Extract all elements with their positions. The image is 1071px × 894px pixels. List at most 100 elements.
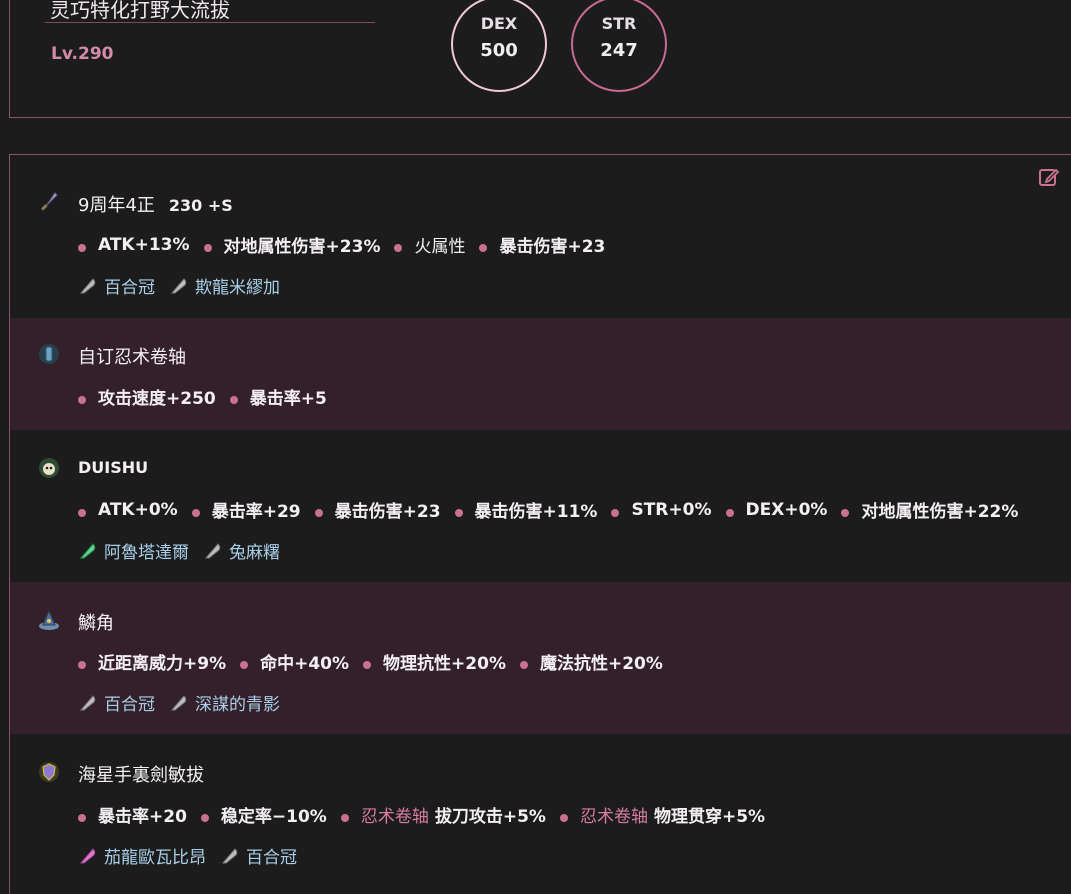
item-refine: 230 +S xyxy=(168,196,233,215)
bullet-dot xyxy=(78,660,86,669)
stat-text: 暴击率+29 xyxy=(211,502,301,522)
stat-text: 物理抗性+20% xyxy=(383,654,506,674)
stat-text: DEX+0% xyxy=(745,499,828,520)
gem: 百合冠 xyxy=(78,690,155,715)
gem: 兔麻糬 xyxy=(203,538,280,563)
bullet-dot xyxy=(725,508,734,517)
item-stats: 暴击率+20 稳定率−10% 忍术卷轴 拔刀攻击+5% 忍术卷轴 物理贯穿+5% xyxy=(78,802,779,827)
gem: 阿魯塔達爾 xyxy=(78,538,189,563)
bullet-dot xyxy=(340,813,349,822)
stat-line: 魔法抗性+20% xyxy=(519,649,663,674)
bullet-dot xyxy=(394,243,403,252)
stat-line: 暴击伤害+11% xyxy=(454,497,597,522)
stat-text: 稳定率−10% xyxy=(220,807,327,827)
item-gems: 百合冠 欺龍米繆加 xyxy=(78,273,294,298)
gem-label: 茄龍歐瓦比昂 xyxy=(104,848,206,868)
bullet-dot xyxy=(519,660,528,669)
feather-icon xyxy=(79,277,96,293)
stat-line: 火属性 xyxy=(394,232,465,257)
stat-line: DEX+0% xyxy=(725,497,828,522)
item-name: 9周年4正 xyxy=(78,195,155,216)
stat-name: STR xyxy=(601,14,637,33)
equipment-item: 鱗角 近距离威力+9% 命中+40% 物理抗性+20% 魔法抗性+20% 百合冠… xyxy=(10,582,1071,734)
sword-icon xyxy=(41,192,58,211)
shield-icon xyxy=(39,762,59,782)
item-title: DUISHU xyxy=(78,457,148,478)
stat-text: 物理贯穿+5% xyxy=(653,807,766,827)
equipment-item: DUISHU ATK+0% 暴击率+29 暴击伤害+23 暴击伤害+11% ST… xyxy=(10,430,1071,582)
stat-line: 暴击率+29 xyxy=(191,497,301,522)
bullet-dot xyxy=(611,508,620,517)
stat-line: 暴击伤害+23 xyxy=(314,497,441,522)
stat-line: 稳定率−10% xyxy=(200,802,327,827)
bullet-dot xyxy=(191,508,200,517)
stat-line: 近距离威力+9% xyxy=(78,649,226,674)
stat-line: 暴击率+5 xyxy=(229,384,327,409)
str-stat-badge: STR 247 xyxy=(571,0,667,92)
item-name: 海星手裏劍敏拔 xyxy=(78,765,204,786)
stat-line: ATK+13% xyxy=(78,232,190,257)
name-divider xyxy=(45,22,375,23)
item-stats: ATK+13% 对地属性伤害+23% 火属性 暴击伤害+23 xyxy=(78,232,619,257)
stat-text: 对地属性伤害+23% xyxy=(223,237,381,257)
stat-text: 暴击率+20 xyxy=(98,807,187,827)
gem: 深謀的青影 xyxy=(169,690,280,715)
stat-prefix: 忍术卷轴 xyxy=(360,807,429,827)
build-name: 灵巧特化打野大流拔 xyxy=(50,0,230,22)
stat-text: ATK+0% xyxy=(98,499,178,520)
hat-icon xyxy=(39,609,59,630)
item-title: 9周年4正 230 +S xyxy=(78,191,233,217)
item-stats: ATK+0% 暴击率+29 暴击伤害+23 暴击伤害+11% STR+0% DE… xyxy=(78,497,1032,522)
gem: 百合冠 xyxy=(220,843,297,868)
pink-crystal-icon xyxy=(79,847,96,863)
feather-icon xyxy=(79,694,96,710)
stat-line: ATK+0% xyxy=(78,497,178,522)
stat-line: 攻击速度+250 xyxy=(78,384,216,409)
stat-text: 暴击伤害+23 xyxy=(334,502,441,522)
stat-line: 物理抗性+20% xyxy=(363,649,506,674)
stat-text: 命中+40% xyxy=(260,654,350,674)
feather-icon xyxy=(170,694,187,710)
feather-icon xyxy=(170,277,187,293)
stat-text: STR+0% xyxy=(631,499,712,520)
bullet-dot xyxy=(479,243,488,252)
item-name: 自订忍术卷轴 xyxy=(78,347,186,368)
gem: 茄龍歐瓦比昂 xyxy=(78,843,206,868)
bullet-dot xyxy=(200,813,209,822)
stat-line: 忍术卷轴 物理贯穿+5% xyxy=(559,802,766,827)
bullet-dot xyxy=(559,813,568,822)
stat-name: DEX xyxy=(480,14,518,33)
bullet-dot xyxy=(78,508,86,517)
gem: 百合冠 xyxy=(78,273,155,298)
item-stats: 攻击速度+250 暴击率+5 xyxy=(78,384,341,409)
stat-text: 暴击率+5 xyxy=(249,389,327,409)
bullet-dot xyxy=(240,660,249,669)
item-name: 鱗角 xyxy=(78,613,114,634)
item-gems: 茄龍歐瓦比昂 百合冠 xyxy=(78,843,311,868)
bullet-dot xyxy=(229,395,238,404)
stat-line: STR+0% xyxy=(611,497,712,522)
bullet-dot xyxy=(78,395,86,404)
feather-icon xyxy=(204,542,221,558)
stat-line: 对地属性伤害+23% xyxy=(203,232,381,257)
gem-label: 阿魯塔達爾 xyxy=(104,543,189,563)
character-level: Lv.290 xyxy=(51,44,114,64)
item-name: DUISHU xyxy=(78,458,149,477)
stat-value: 500 xyxy=(480,40,518,61)
stat-text: 对地属性伤害+22% xyxy=(861,502,1019,522)
stat-text: 攻击速度+250 xyxy=(98,389,216,409)
stat-line: 暴击率+20 xyxy=(78,802,187,827)
stat-text: ATK+13% xyxy=(98,234,190,255)
stat-prefix: 忍术卷轴 xyxy=(579,807,648,827)
bullet-dot xyxy=(203,243,212,252)
feather-icon xyxy=(221,847,238,863)
bullet-dot xyxy=(314,508,323,517)
equipment-item: 9周年4正 230 +S ATK+13% 对地属性伤害+23% 火属性 暴击伤害+… xyxy=(10,178,1071,318)
bullet-dot xyxy=(78,813,86,822)
green-crystal-icon xyxy=(79,542,96,558)
stat-value: 247 xyxy=(600,40,638,61)
scroll-icon xyxy=(39,344,59,364)
item-gems: 百合冠 深謀的青影 xyxy=(78,690,294,715)
stat-line: 暴击伤害+23 xyxy=(479,232,605,257)
item-gems: 阿魯塔達爾 兔麻糬 xyxy=(78,538,294,563)
